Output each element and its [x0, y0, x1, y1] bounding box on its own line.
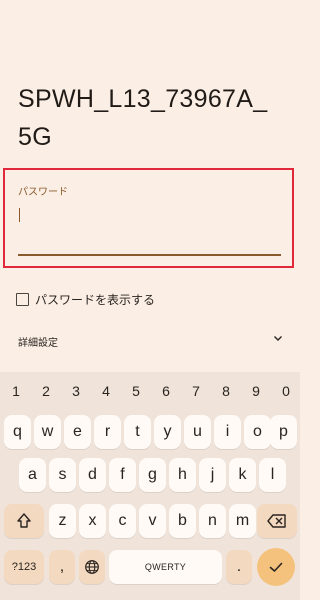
key-f[interactable]: f	[109, 458, 136, 492]
key-1[interactable]: 1	[1, 378, 31, 404]
key-t[interactable]: t	[124, 415, 151, 449]
password-input[interactable]	[18, 202, 281, 256]
comma-key[interactable]: ,	[49, 550, 75, 584]
key-e[interactable]: e	[64, 415, 91, 449]
key-0[interactable]: 0	[271, 378, 301, 404]
key-a[interactable]: a	[19, 458, 46, 492]
key-q[interactable]: q	[4, 415, 31, 449]
checkmark-icon	[269, 562, 283, 572]
key-9[interactable]: 9	[241, 378, 271, 404]
chevron-down-icon[interactable]	[272, 332, 284, 344]
period-key[interactable]: .	[226, 550, 252, 584]
key-7[interactable]: 7	[181, 378, 211, 404]
key-3[interactable]: 3	[61, 378, 91, 404]
show-password-row[interactable]: パスワードを表示する	[16, 291, 155, 307]
advanced-settings-label[interactable]: 詳細設定	[18, 334, 58, 349]
key-s[interactable]: s	[49, 458, 76, 492]
password-field-container[interactable]: パスワード	[3, 168, 294, 268]
key-j[interactable]: j	[199, 458, 226, 492]
globe-icon	[85, 560, 99, 574]
number-row: 1 2 3 4 5 6 7 8 9 0	[0, 378, 300, 404]
key-5[interactable]: 5	[121, 378, 151, 404]
key-k[interactable]: k	[229, 458, 256, 492]
key-h[interactable]: h	[169, 458, 196, 492]
network-name-title: SPWH_L13_73967A_5G	[18, 85, 268, 151]
key-l[interactable]: l	[259, 458, 286, 492]
backspace-key[interactable]	[257, 504, 297, 538]
key-r[interactable]: r	[94, 415, 121, 449]
shift-key[interactable]	[4, 504, 44, 538]
key-8[interactable]: 8	[211, 378, 241, 404]
key-c[interactable]: c	[109, 504, 136, 538]
symbols-key[interactable]: ?123	[4, 550, 44, 584]
shift-icon	[17, 513, 31, 528]
password-label: パスワード	[18, 187, 68, 198]
key-x[interactable]: x	[79, 504, 106, 538]
key-b[interactable]: b	[169, 504, 196, 538]
key-o[interactable]: o	[244, 415, 271, 449]
space-key[interactable]: QWERTY	[109, 550, 222, 584]
key-2[interactable]: 2	[31, 378, 61, 404]
key-n[interactable]: n	[199, 504, 226, 538]
key-4[interactable]: 4	[91, 378, 121, 404]
key-p[interactable]: p	[270, 415, 297, 449]
wifi-connect-dialog: SPWH_L13_73967A_5G パスワード パスワードを表示する 詳細設定	[0, 0, 300, 372]
backspace-icon	[267, 514, 286, 528]
soft-keyboard: 1 2 3 4 5 6 7 8 9 0 q w e r t y u i o p …	[0, 372, 300, 600]
text-cursor	[19, 208, 20, 222]
key-g[interactable]: g	[139, 458, 166, 492]
key-v[interactable]: v	[139, 504, 166, 538]
key-w[interactable]: w	[34, 415, 61, 449]
key-z[interactable]: z	[49, 504, 76, 538]
key-y[interactable]: y	[154, 415, 181, 449]
key-i[interactable]: i	[214, 415, 241, 449]
show-password-checkbox[interactable]	[16, 292, 29, 306]
language-key[interactable]	[79, 550, 105, 584]
enter-key[interactable]	[257, 548, 295, 586]
key-u[interactable]: u	[184, 415, 211, 449]
key-m[interactable]: m	[229, 504, 256, 538]
show-password-label: パスワードを表示する	[35, 292, 156, 307]
key-6[interactable]: 6	[151, 378, 181, 404]
key-d[interactable]: d	[79, 458, 106, 492]
